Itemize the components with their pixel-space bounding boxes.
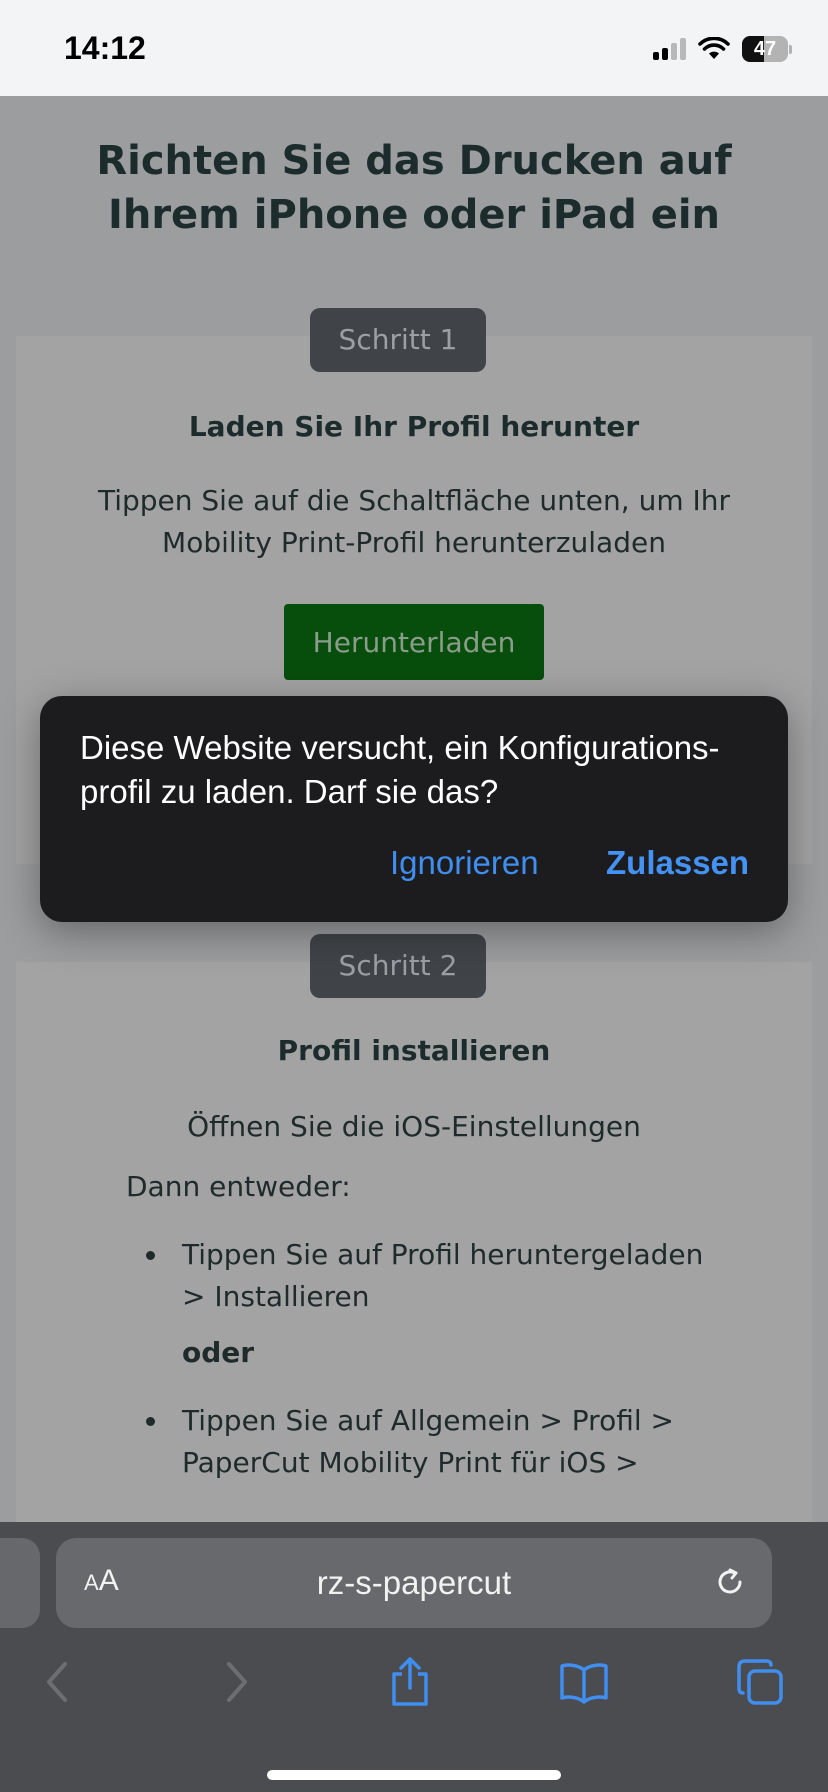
browser-toolbar: AA rz-s-papercut — [0, 1522, 828, 1792]
step-2-card: Profil installieren Öffnen Sie die iOS-E… — [16, 962, 812, 1522]
toolbar-nav-row — [0, 1652, 828, 1722]
cellular-signal-icon — [653, 38, 686, 60]
allow-button[interactable]: Zulassen — [606, 844, 749, 882]
bookmarks-icon — [560, 1663, 608, 1704]
configuration-profile-dialog: Diese Website versucht, ein Konfiguratio… — [40, 696, 788, 922]
bullet-icon — [146, 1251, 155, 1260]
bullet-icon — [146, 1417, 155, 1426]
tabs-button[interactable] — [730, 1652, 790, 1712]
forward-button[interactable] — [206, 1652, 266, 1712]
then-label: Dann entweder: — [126, 1170, 351, 1203]
share-icon — [392, 1657, 428, 1706]
share-button[interactable] — [380, 1652, 440, 1712]
download-button[interactable]: Herunterladen — [284, 604, 544, 680]
reload-icon[interactable] — [710, 1562, 750, 1602]
status-bar: 14:12 47 — [0, 0, 828, 96]
back-icon — [47, 1662, 67, 1702]
or-label: oder — [182, 1336, 255, 1369]
step-1-text: Tippen Sie auf die Schaltfläche unten, u… — [97, 484, 731, 559]
battery-level: 47 — [753, 38, 777, 60]
step-1-heading: Laden Sie Ihr Profil herunter — [188, 410, 640, 443]
forward-icon — [227, 1662, 247, 1702]
ignore-button[interactable]: Ignorieren — [390, 844, 539, 882]
status-icons: 47 — [653, 34, 792, 64]
tabs-icon — [737, 1659, 783, 1705]
bookmarks-button[interactable] — [554, 1652, 614, 1712]
step-2-heading: Profil installieren — [277, 1034, 551, 1067]
address-bar[interactable]: AA rz-s-papercut — [56, 1538, 772, 1628]
dialog-message: Diese Website versucht, ein Konfiguratio… — [80, 729, 720, 810]
list-item: Tippen Sie auf Profil heruntergeladen > … — [126, 1234, 712, 1318]
previous-tab-preview[interactable] — [0, 1538, 40, 1628]
url-text: rz-s-papercut — [316, 1564, 512, 1601]
page-title: Richten Sie das Drucken auf Ihrem iPhone… — [96, 138, 732, 238]
list-item: Tippen Sie auf Allgemein > Profil > Pape… — [126, 1400, 712, 1484]
home-indicator — [267, 1770, 561, 1780]
back-button[interactable] — [28, 1652, 88, 1712]
bullet-2-text: Tippen Sie auf Allgemein > Profil > Pape… — [182, 1404, 674, 1479]
step-2-text: Öffnen Sie die iOS-Einstellungen — [187, 1110, 641, 1143]
wifi-icon — [698, 37, 730, 59]
step-1-badge: Schritt 1 — [310, 308, 486, 372]
step-2-badge: Schritt 2 — [310, 934, 486, 998]
status-time: 14:12 — [64, 30, 146, 66]
bullet-1-text: Tippen Sie auf Profil heruntergeladen > … — [182, 1238, 704, 1313]
battery-icon: 47 — [742, 36, 792, 62]
